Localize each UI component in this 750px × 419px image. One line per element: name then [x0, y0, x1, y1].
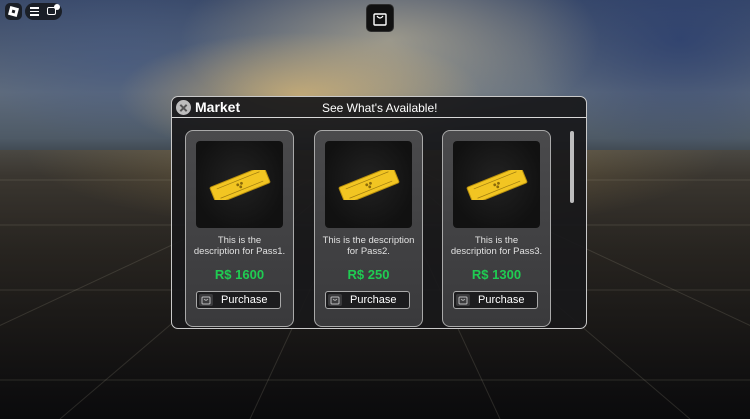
pass-description: This is the description for Pass2.: [322, 235, 415, 257]
market-window: Market See What's Available! This is the…: [171, 96, 587, 329]
market-title: Market: [195, 99, 241, 115]
pass-image: [453, 141, 540, 228]
pass-price: R$ 1300: [471, 267, 522, 282]
roblox-logo-icon[interactable]: [5, 3, 22, 20]
pass-image: [325, 141, 412, 228]
pass-card-2: This is the description for Pass2. R$ 25…: [314, 130, 423, 327]
hamburger-menu-icon[interactable]: [30, 7, 39, 16]
purchase-label: Purchase: [221, 294, 268, 306]
pass-description: This is the description for Pass1.: [193, 235, 286, 257]
golden-ticket-icon: [209, 170, 271, 200]
shopping-bag-icon: [373, 13, 387, 26]
pass-image: [196, 141, 283, 228]
golden-ticket-icon: [338, 170, 400, 200]
pass-card-1: This is the description for Pass1. R$ 16…: [185, 130, 294, 327]
golden-ticket-icon: [466, 170, 528, 200]
pass-description: This is the description for Pass3.: [450, 235, 543, 257]
menu-chat-pill: [25, 3, 62, 20]
market-header: Market See What's Available!: [172, 97, 586, 118]
close-icon[interactable]: [176, 100, 191, 115]
purchase-button[interactable]: Purchase: [325, 291, 410, 309]
shopping-bag-icon: [456, 294, 470, 306]
purchase-button[interactable]: Purchase: [196, 291, 281, 309]
pass-price: R$ 1600: [214, 267, 265, 282]
chat-notification-dot: [54, 4, 60, 10]
purchase-label: Purchase: [350, 294, 397, 306]
pass-price: R$ 250: [347, 267, 390, 282]
purchase-button[interactable]: Purchase: [453, 291, 538, 309]
shopping-bag-icon: [199, 294, 213, 306]
scrollbar[interactable]: [570, 131, 574, 203]
market-subtitle: See What's Available!: [322, 101, 438, 115]
shop-button[interactable]: [366, 4, 394, 32]
pass-card-3: This is the description for Pass3. R$ 13…: [442, 130, 551, 327]
purchase-label: Purchase: [478, 294, 525, 306]
shopping-bag-icon: [328, 294, 342, 306]
